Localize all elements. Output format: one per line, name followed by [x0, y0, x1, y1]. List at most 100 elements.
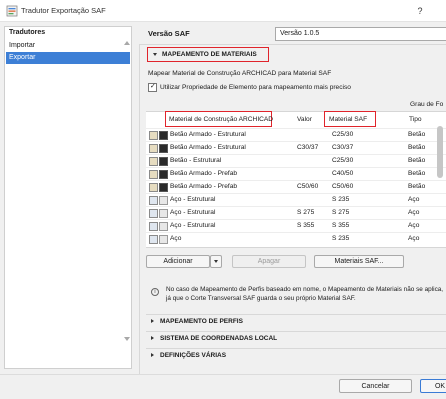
material-swatch-icon: [149, 222, 158, 231]
section-title: MAPEAMENTO DE PERFIS: [160, 318, 243, 325]
translators-panel: Tradutores Importar Exportar: [4, 26, 132, 369]
material-fill-icon: [159, 235, 168, 244]
add-dropdown-button[interactable]: [210, 255, 222, 268]
app-icon: [6, 5, 18, 17]
type-cell: Betão: [408, 170, 426, 177]
type-cell: Betão: [408, 157, 426, 164]
type-cell: Betão: [408, 183, 426, 190]
use-element-property-label: Utilizar Propriedade de Elemento para ma…: [160, 84, 351, 91]
material-swatch-icon: [149, 144, 158, 153]
material-fill-icon: [159, 196, 168, 205]
column-header-archicad-material[interactable]: Material de Construção ARCHICAD: [169, 116, 273, 123]
ok-button[interactable]: OK: [420, 379, 446, 393]
saf-material-cell[interactable]: S 235: [332, 235, 349, 242]
info-note: No caso de Mapeamento de Perfis baseado …: [166, 286, 444, 302]
column-header-value[interactable]: Valor: [297, 116, 312, 123]
column-header-grau: Grau de Fo: [410, 101, 444, 108]
type-cell: Aço: [408, 196, 420, 203]
material-swatch-icon: [149, 196, 158, 205]
use-element-property-checkbox[interactable]: ✓: [148, 83, 157, 92]
material-mapping-title: MAPEAMENTO DE MATERIAIS: [162, 51, 257, 58]
material-swatch-icon: [149, 235, 158, 244]
column-header-saf-material[interactable]: Material SAF: [329, 116, 367, 123]
saf-material-cell[interactable]: C40/50: [332, 170, 353, 177]
translators-header: Tradutores: [9, 29, 46, 36]
material-fill-icon: [159, 157, 168, 166]
archicad-material-cell: Betão Armado - Estrutural: [170, 144, 246, 151]
saf-material-cell[interactable]: C50/60: [332, 183, 353, 190]
material-mapping-description: Mapear Material de Construção ARCHICAD p…: [148, 70, 332, 77]
table-row[interactable]: Aço - Estrutural S 275 S 275 Aço: [146, 206, 446, 219]
material-fill-icon: [159, 183, 168, 192]
saf-material-cell[interactable]: S 235: [332, 196, 349, 203]
translators-scrollbar[interactable]: [122, 41, 130, 341]
table-row[interactable]: Betão Armado - Estrutural C30/37 C30/37 Bet…: [146, 141, 446, 154]
material-fill-icon: [159, 170, 168, 179]
checkmark-icon: ✓: [150, 83, 156, 90]
translator-item-export[interactable]: Exportar: [6, 52, 130, 64]
expand-arrow-icon: [153, 53, 157, 56]
scroll-up-icon[interactable]: [124, 41, 130, 45]
collapsed-arrow-icon: [151, 336, 154, 340]
saf-material-cell[interactable]: C25/30: [332, 157, 353, 164]
table-row[interactable]: Aço S 235 Aço: [146, 232, 446, 245]
translator-item-import[interactable]: Importar: [6, 40, 130, 52]
table-row[interactable]: Betão Armado - Prefab C40/50 Betão: [146, 167, 446, 180]
info-icon: i: [151, 288, 159, 296]
table-row[interactable]: Aço - Estrutural S 235 Aço: [146, 193, 446, 206]
saf-version-label: Versão SAF: [148, 29, 190, 38]
table-scrollbar[interactable]: [436, 122, 444, 246]
archicad-material-cell: Betão Armado - Prefab: [170, 183, 238, 190]
help-button[interactable]: ?: [412, 3, 428, 19]
collapsed-arrow-icon: [151, 353, 154, 357]
archicad-material-cell: Betão Armado - Prefab: [170, 170, 238, 177]
material-fill-icon: [159, 209, 168, 218]
material-fill-icon: [159, 144, 168, 153]
table-row[interactable]: Betão Armado - Prefab C50/60 C50/60 Betão: [146, 180, 446, 193]
saf-materials-button[interactable]: Materiais SAF...: [314, 255, 404, 268]
scrollbar-thumb[interactable]: [437, 126, 443, 178]
type-cell: Aço: [408, 235, 420, 242]
saf-material-cell[interactable]: S 355: [332, 222, 349, 229]
archicad-material-cell: Betão Armado - Estrutural: [170, 131, 246, 138]
profile-mapping-section[interactable]: MAPEAMENTO DE PERFIS: [146, 314, 446, 327]
material-swatch-icon: [149, 183, 158, 192]
value-cell: S 275: [297, 209, 315, 216]
local-coordinate-system-section[interactable]: SISTEMA DE COORDENADAS LOCAL: [146, 331, 446, 344]
type-cell: Betão: [408, 144, 426, 151]
archicad-material-cell: Aço - Estrutural: [170, 222, 216, 229]
table-row[interactable]: Betão - Estrutural C25/30 Betão: [146, 154, 446, 167]
miscellaneous-settings-section[interactable]: DEFINIÇÕES VÁRIAS: [146, 348, 446, 361]
material-fill-icon: [159, 222, 168, 231]
section-title: SISTEMA DE COORDENADAS LOCAL: [160, 335, 278, 342]
saf-material-cell[interactable]: S 275: [332, 209, 349, 216]
material-swatch-icon: [149, 131, 158, 140]
material-swatch-icon: [149, 170, 158, 179]
saf-material-cell[interactable]: C25/30: [332, 131, 353, 138]
table-row[interactable]: Aço - Estrutural S 355 S 355 Aço: [146, 219, 446, 232]
delete-button[interactable]: Apagar: [232, 255, 306, 268]
material-swatch-icon: [149, 209, 158, 218]
material-mapping-section-header[interactable]: MAPEAMENTO DE MATERIAIS: [147, 47, 269, 62]
add-button[interactable]: Adicionar: [146, 255, 210, 268]
archicad-material-cell: Aço - Estrutural: [170, 209, 216, 216]
type-cell: Aço: [408, 222, 420, 229]
column-header-type[interactable]: Tipo: [409, 116, 422, 123]
cancel-button[interactable]: Cancelar: [339, 379, 412, 393]
value-cell: S 355: [297, 222, 315, 229]
saf-version-select[interactable]: Versão 1.0.5: [275, 27, 446, 41]
chevron-down-icon: [214, 260, 218, 263]
material-swatch-icon: [149, 157, 158, 166]
section-title: DEFINIÇÕES VÁRIAS: [160, 352, 227, 359]
value-cell: C50/60: [297, 183, 319, 190]
archicad-material-cell: Betão - Estrutural: [170, 157, 222, 164]
table-row[interactable]: Betão Armado - Estrutural C25/30 Betão: [146, 128, 446, 141]
type-cell: Aço: [408, 209, 420, 216]
scroll-down-icon[interactable]: [124, 337, 130, 341]
saf-material-cell[interactable]: C30/37: [332, 144, 353, 151]
archicad-material-cell: Aço: [170, 235, 182, 242]
collapsed-arrow-icon: [151, 319, 154, 323]
material-fill-icon: [159, 131, 168, 140]
window-title: Tradutor Exportação SAF: [21, 6, 106, 15]
archicad-material-cell: Aço - Estrutural: [170, 196, 216, 203]
